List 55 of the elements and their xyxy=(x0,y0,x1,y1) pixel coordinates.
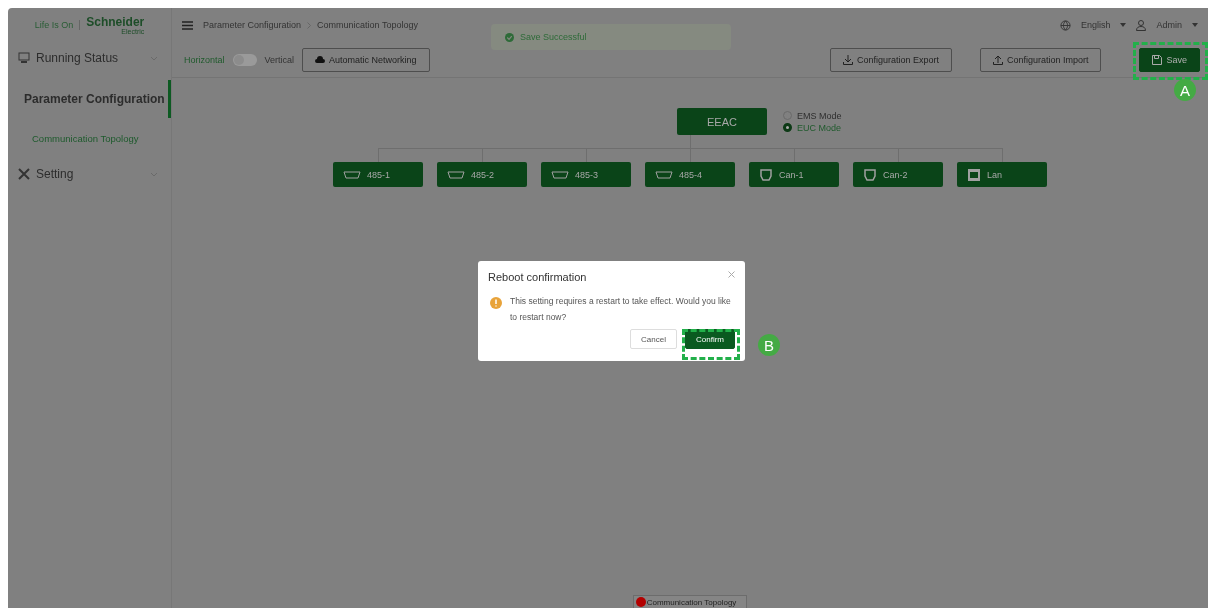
layout-option[interactable]: Vertical xyxy=(264,54,295,65)
cancel-button[interactable]: Cancel xyxy=(630,329,677,349)
tools-icon xyxy=(18,168,30,180)
configuration-import-button[interactable]: Configuration Import xyxy=(979,47,1102,72)
globe-icon xyxy=(1059,19,1071,31)
check-circle-icon xyxy=(505,32,514,42)
callout-marker: A xyxy=(1174,79,1196,101)
page-tab[interactable]: Communication Topology xyxy=(632,595,748,608)
configuration-export-button[interactable]: Configuration Export xyxy=(829,47,952,72)
dialog-title: Reboot confirmation xyxy=(488,271,587,283)
mode-radio[interactable]: EMS Mode xyxy=(783,110,853,121)
port-node[interactable]: Lan xyxy=(957,162,1047,187)
sidebar-subitem[interactable]: Communication Topology xyxy=(8,118,171,158)
close-icon[interactable] xyxy=(728,271,735,278)
save-button[interactable]: Save xyxy=(1139,47,1200,72)
chevron-right-icon xyxy=(307,21,312,29)
port-node[interactable]: 485-4 xyxy=(645,162,735,187)
port-node[interactable]: Can-1 xyxy=(749,162,839,187)
port-node[interactable]: 485-3 xyxy=(541,162,631,187)
connector-icon xyxy=(759,167,773,182)
caret-icon xyxy=(1192,23,1198,27)
menu-icon[interactable] xyxy=(182,20,193,30)
port-node[interactable]: 485-2 xyxy=(437,162,527,187)
warning-icon xyxy=(490,297,502,309)
breadcrumb-item[interactable]: Parameter Configuration xyxy=(203,20,302,30)
connector-icon xyxy=(863,167,877,182)
download-icon xyxy=(842,54,853,65)
serial-port-icon xyxy=(343,170,361,179)
port-node[interactable]: Can-2 xyxy=(853,162,943,187)
cloud-icon xyxy=(315,55,326,64)
dialog-message: This setting requires a restart to take effect. Would you like to restart now? xyxy=(510,295,732,324)
layout-toggle[interactable] xyxy=(232,53,257,66)
layout-option[interactable]: Horizontal xyxy=(184,54,225,65)
upload-icon xyxy=(992,54,1003,65)
serial-port-icon xyxy=(447,170,465,179)
automatic-networking-button[interactable]: Automatic Networking xyxy=(302,47,430,72)
sidebar-item[interactable]: Parameter Configuration xyxy=(8,80,171,118)
brand-tagline: Life Is On xyxy=(34,20,81,30)
serial-port-icon xyxy=(551,170,569,179)
caret-icon xyxy=(1120,23,1127,27)
user-icon xyxy=(1136,19,1147,31)
breadcrumb-item: Communication Topology xyxy=(317,20,418,30)
ethernet-port-icon xyxy=(967,167,981,182)
serial-port-icon xyxy=(655,170,673,179)
user-menu[interactable]: Admin xyxy=(1156,20,1182,30)
sidebar-item[interactable]: Setting xyxy=(8,158,171,190)
port-node[interactable]: 485-1 xyxy=(333,162,423,187)
language-selector[interactable]: English xyxy=(1080,20,1111,30)
monitor-icon xyxy=(18,52,30,64)
sidebar-item[interactable]: Running Status xyxy=(8,42,171,74)
mode-radio[interactable]: EUC Mode xyxy=(783,122,853,133)
highlight-frame xyxy=(682,329,740,360)
callout-marker: B xyxy=(758,334,780,356)
controller-node[interactable]: EEAC xyxy=(677,108,767,135)
toast-message: Save Successful xyxy=(520,32,587,42)
